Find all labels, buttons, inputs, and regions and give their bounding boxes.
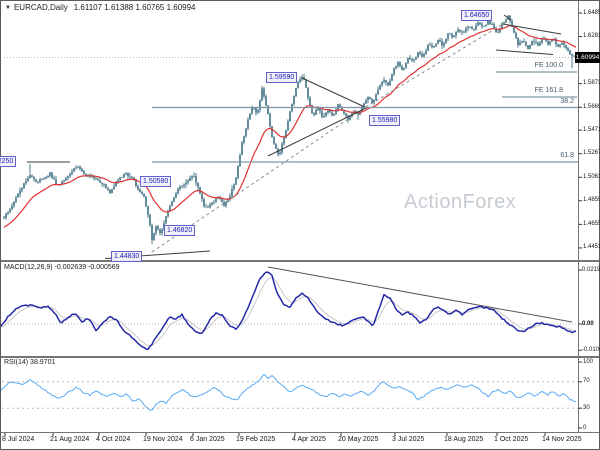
price-axis-label: 1.54710 (583, 126, 600, 133)
watermark: ActionForex (404, 191, 517, 213)
price-annotation[interactable]: 1.59590 (266, 72, 298, 83)
fib-level-label: 38.2 (560, 98, 574, 105)
rsi-axis-label: 30 (583, 404, 590, 411)
date-axis-label: 21 Aug 2024 (50, 436, 90, 443)
price-axis-label: 1.52670 (583, 150, 600, 157)
date-axis-label: 19 Feb 2025 (236, 436, 276, 443)
current-price-tag: 1.60994 (575, 52, 600, 63)
trading-chart-window: FE 100.0 FE 161.8 38.2 61.8 1.64850 1.62810 1.… (0, 0, 600, 450)
date-axis-label: 3 Jul 2025 (392, 436, 425, 443)
fib-level-label: FE 100.0 (534, 62, 563, 69)
symbol-dropdown-icon[interactable]: ▼ (5, 5, 11, 11)
price-axis-label: 1.46550 (583, 220, 600, 227)
macd-axis-label: 0.00 (582, 320, 594, 327)
date-axis-label: 14 Nov 2025 (542, 436, 582, 443)
date-axis-label: 1 Oct 2025 (494, 436, 529, 443)
price-annotation[interactable]: 1.64650 (461, 10, 493, 21)
price-axis-label: 1.58730 (583, 80, 600, 87)
symbol-title: ▼ EURCAD,Daily 1.61107 1.61388 1.60765 1.6… (5, 3, 196, 12)
date-axis-label: 20 May 2025 (338, 436, 379, 443)
date-axis-label: 4 Oct 2024 (96, 436, 131, 443)
price-axis-label: 1.56690 (583, 103, 600, 110)
price-annotation[interactable]: 1.44830 (111, 251, 143, 262)
rsi-axis-label: 100 (583, 358, 594, 365)
date-axis-label: 6 Jan 2025 (190, 436, 225, 443)
price-axis-label: 1.50630 (583, 173, 600, 180)
price-annotation[interactable]: 1.55980 (369, 115, 401, 126)
price-annotation[interactable]: 1.52250 (0, 156, 17, 167)
ohlc-values: 1.61107 1.61388 1.60765 1.60994 (73, 3, 196, 12)
price-annotation[interactable]: 1.46820 (164, 225, 196, 236)
rsi-axis-label: 0 (583, 424, 587, 431)
macd-axis-label: -0.010692 (582, 346, 600, 353)
rsi-axis-label: 70 (583, 378, 590, 385)
price-axis-label: 1.64850 (583, 9, 600, 16)
date-axis-label: 4 Apr 2025 (292, 436, 326, 443)
fib-level-label: FE 161.8 (534, 87, 563, 94)
price-axis-label: 1.48590 (583, 197, 600, 204)
price-axis-label: 1.62810 (583, 33, 600, 40)
price-annotation[interactable]: 1.50580 (140, 176, 172, 187)
macd-indicator-label: MACD(12,26,9) -0.002639 -0.000569 (4, 264, 120, 271)
rsi-indicator-label: RSI(14) 38.9701 (4, 359, 56, 366)
macd-axis-label: 0.021976 (582, 266, 600, 273)
symbol-name: EURCAD,Daily (13, 3, 68, 12)
price-axis-label: 1.44510 (583, 244, 600, 251)
date-axis-label: 18 Aug 2025 (444, 436, 484, 443)
date-axis-label: 8 Jul 2024 (2, 436, 35, 443)
date-axis-label: 19 Nov 2024 (143, 436, 183, 443)
fib-level-label: 61.8 (560, 152, 574, 159)
